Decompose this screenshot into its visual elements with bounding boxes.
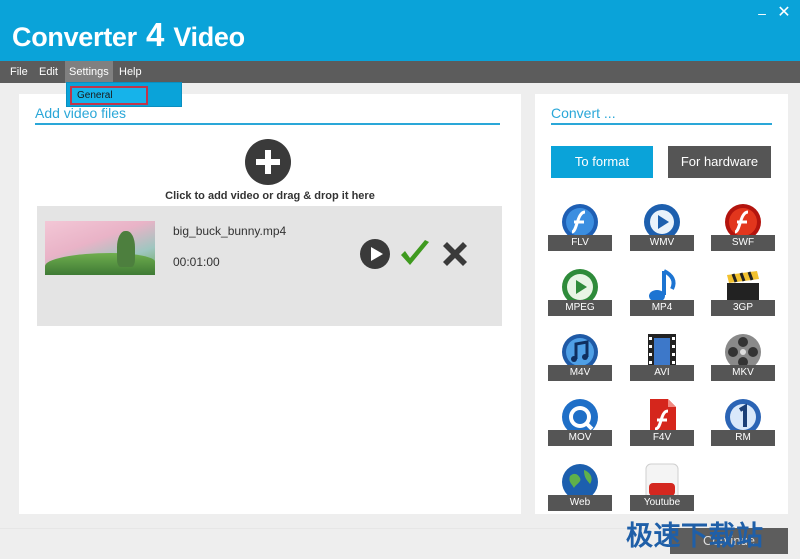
menu-settings[interactable]: Settings <box>65 61 113 83</box>
format-label: WMV <box>630 235 694 251</box>
format-avi[interactable]: AVI <box>630 332 694 384</box>
add-video-heading: Add video files <box>35 105 500 125</box>
format-mkv[interactable]: MKV <box>711 332 775 384</box>
watermark: 极速下载站 <box>626 521 764 551</box>
format-label: Web <box>548 495 612 511</box>
for-hardware-button[interactable]: For hardware <box>668 146 771 178</box>
app-title: Converter 4 Video <box>12 16 245 54</box>
menu-file[interactable]: File <box>6 61 32 83</box>
format-flv[interactable]: FLV <box>548 202 612 254</box>
add-video-panel: Add video files Click to add video or dr… <box>19 94 521 514</box>
format-label: SWF <box>711 235 775 251</box>
footer-divider <box>0 528 670 529</box>
format-f4v[interactable]: F4V <box>630 397 694 449</box>
format-web[interactable]: Web <box>548 462 612 514</box>
checkmark-icon[interactable] <box>398 238 432 270</box>
format-wmv[interactable]: WMV <box>630 202 694 254</box>
add-video-button[interactable] <box>245 139 291 185</box>
video-thumbnail <box>45 221 155 275</box>
app-title-part1: Converter <box>12 22 137 52</box>
app-title-part2: Video <box>173 22 245 52</box>
format-label: FLV <box>548 235 612 251</box>
format-label: M4V <box>548 365 612 381</box>
video-filename: big_buck_bunny.mp4 <box>173 224 287 238</box>
title-bar: Converter 4 Video – ✕ <box>0 0 800 61</box>
menu-help[interactable]: Help <box>115 61 146 83</box>
format-3gp[interactable]: 3GP <box>711 267 775 319</box>
to-format-button[interactable]: To format <box>551 146 653 178</box>
format-label: RM <box>711 430 775 446</box>
format-label: Youtube <box>630 495 694 511</box>
thumbnail-tree <box>117 231 135 267</box>
thumbnail-hill <box>45 253 155 275</box>
convert-panel: Convert ... To format For hardware FLV W… <box>535 94 788 514</box>
format-mov[interactable]: MOV <box>548 397 612 449</box>
format-label: MKV <box>711 365 775 381</box>
menu-edit[interactable]: Edit <box>35 61 62 83</box>
format-m4v[interactable]: M4V <box>548 332 612 384</box>
format-label: MPEG <box>548 300 612 316</box>
video-list-item[interactable]: big_buck_bunny.mp4 00:01:00 <box>37 206 502 326</box>
minimize-button[interactable]: – <box>754 6 770 20</box>
format-mpeg[interactable]: MPEG <box>548 267 612 319</box>
add-video-hint[interactable]: Click to add video or drag & drop it her… <box>19 190 521 202</box>
settings-dropdown: General <box>66 82 182 107</box>
format-label: 3GP <box>711 300 775 316</box>
video-duration: 00:01:00 <box>173 255 220 269</box>
app-title-number: 4 <box>146 16 165 53</box>
delete-icon[interactable] <box>439 238 471 270</box>
menu-bar: File Edit Settings Help <box>0 61 800 83</box>
format-swf[interactable]: SWF <box>711 202 775 254</box>
format-label: MP4 <box>630 300 694 316</box>
dropdown-item-general[interactable]: General <box>70 86 148 105</box>
format-label: AVI <box>630 365 694 381</box>
format-youtube[interactable]: Youtube <box>630 462 694 514</box>
format-mp4[interactable]: MP4 <box>630 267 694 319</box>
format-rm[interactable]: RM <box>711 397 775 449</box>
format-label: F4V <box>630 430 694 446</box>
convert-heading: Convert ... <box>551 105 772 125</box>
close-button[interactable]: ✕ <box>776 5 792 21</box>
format-label: MOV <box>548 430 612 446</box>
play-icon[interactable] <box>359 238 391 270</box>
